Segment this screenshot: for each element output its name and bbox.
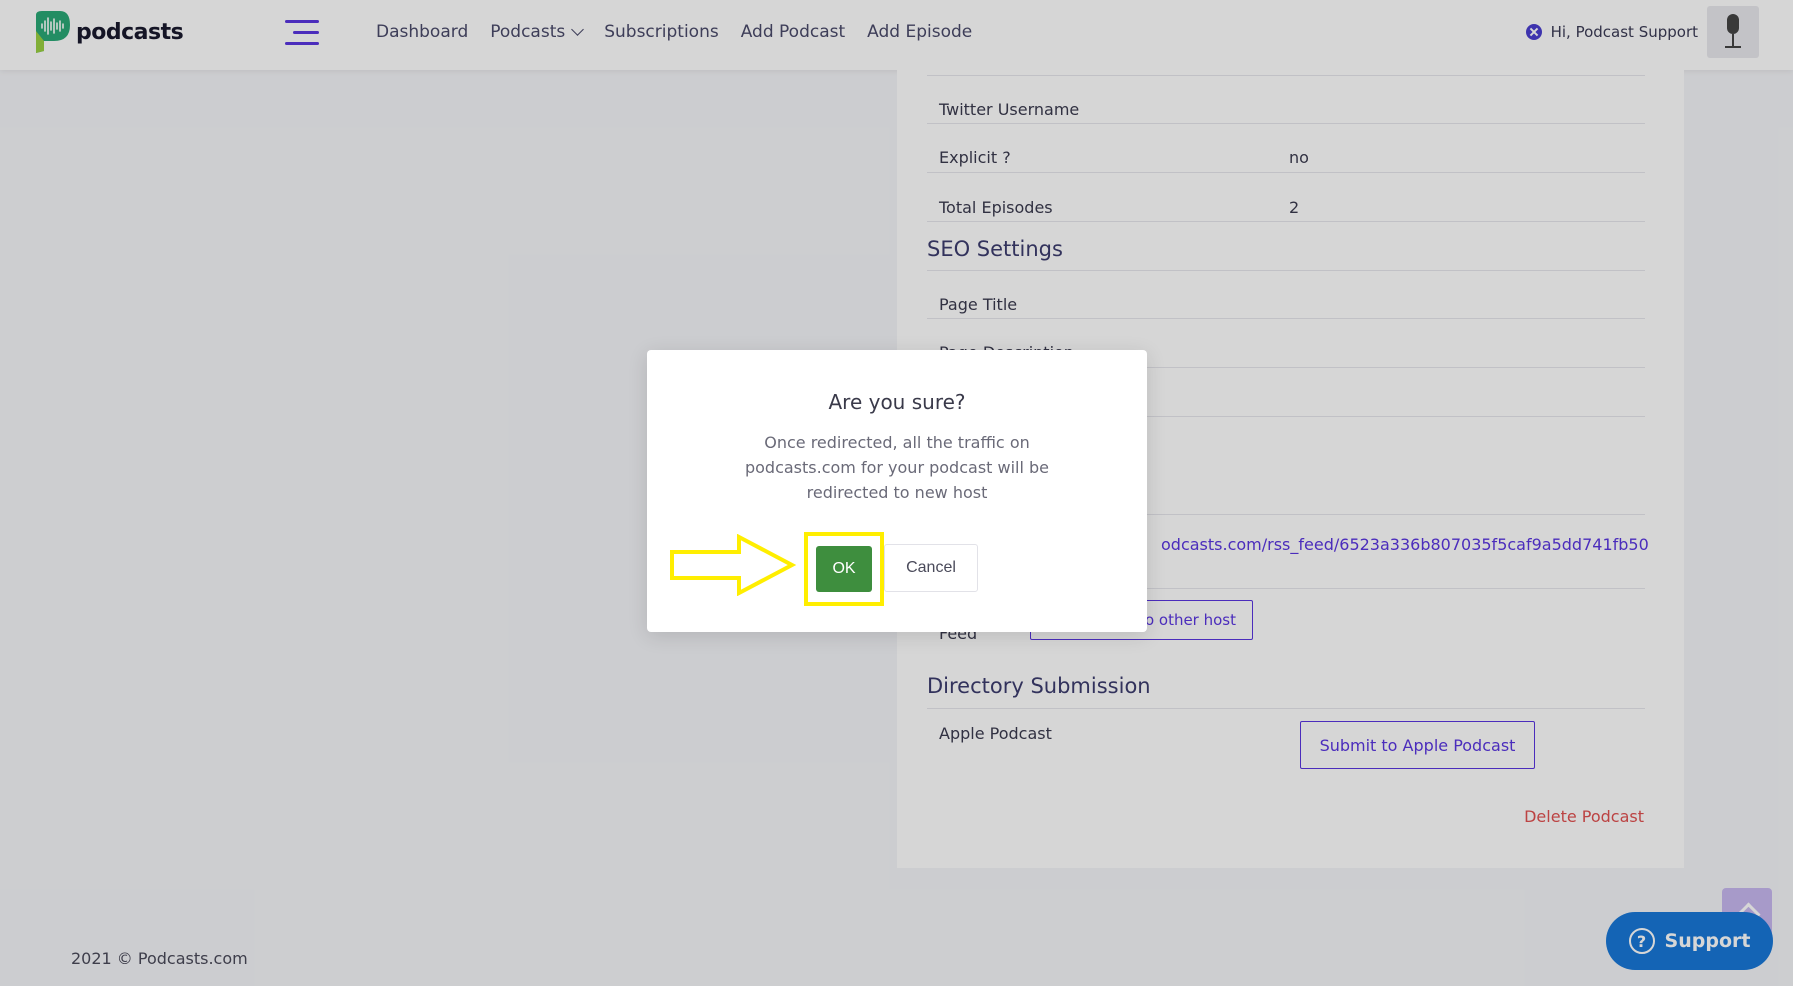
cancel-button[interactable]: Cancel xyxy=(884,544,978,592)
ok-button[interactable]: OK xyxy=(816,546,872,592)
arrow-right-icon xyxy=(670,534,797,596)
dialog-message: Once redirected, all the traffic on podc… xyxy=(744,433,1050,502)
confirm-dialog: Are you sure? Once redirected, all the t… xyxy=(647,350,1147,632)
dialog-title: Are you sure? xyxy=(828,390,966,414)
